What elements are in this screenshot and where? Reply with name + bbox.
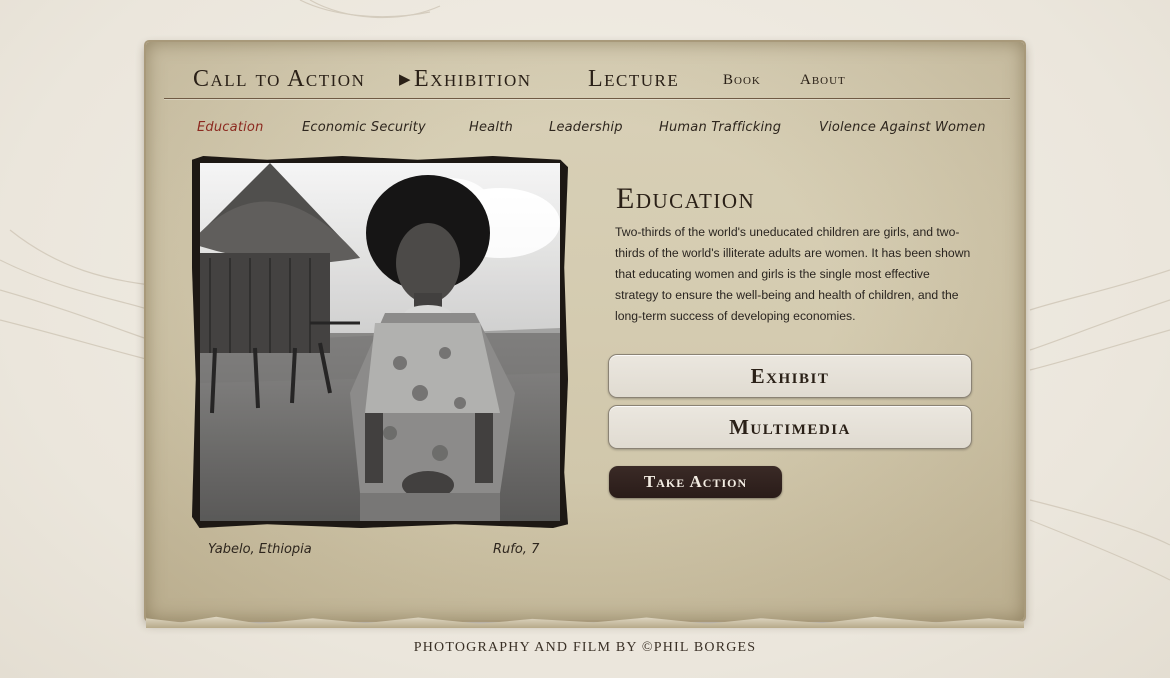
photo-subject-caption: Rufo, 7	[493, 542, 540, 557]
nav-call-to-action[interactable]: Call to Action	[193, 66, 365, 93]
subnav-leadership[interactable]: Leadership	[549, 120, 623, 135]
footer-credit: PHOTOGRAPHY AND FILM BY ©PHIL BORGES	[413, 640, 757, 655]
nav-about[interactable]: About	[800, 72, 846, 89]
portrait-illustration	[200, 163, 560, 521]
nav-lecture[interactable]: Lecture	[588, 66, 679, 93]
section-body: Two-thirds of the world's uneducated chi…	[615, 225, 971, 323]
nav-divider	[164, 98, 1010, 99]
section-title: Education	[616, 182, 756, 215]
subnav-economic-security[interactable]: Economic Security	[302, 120, 426, 135]
torn-paper-edge	[146, 616, 1024, 628]
portrait-photo	[200, 163, 560, 521]
subnav-education[interactable]: Education	[197, 120, 264, 135]
subnav-violence-against-women[interactable]: Violence Against Women	[819, 120, 986, 135]
nav-book[interactable]: Book	[723, 72, 761, 89]
take-action-button[interactable]: Take Action	[609, 466, 782, 498]
content-panel: Call to Action ▶Exhibition Lecture Book …	[146, 42, 1024, 628]
photo-location-caption: Yabelo, Ethiopia	[208, 542, 312, 557]
subnav-health[interactable]: Health	[469, 120, 513, 135]
nav-exhibition[interactable]: ▶Exhibition	[399, 66, 532, 93]
photo-frame	[192, 156, 568, 528]
play-triangle-icon: ▶	[399, 72, 413, 88]
multimedia-button[interactable]: Multimedia	[608, 405, 972, 449]
exhibit-button[interactable]: Exhibit	[608, 354, 972, 398]
subnav-human-trafficking[interactable]: Human Trafficking	[659, 120, 781, 135]
